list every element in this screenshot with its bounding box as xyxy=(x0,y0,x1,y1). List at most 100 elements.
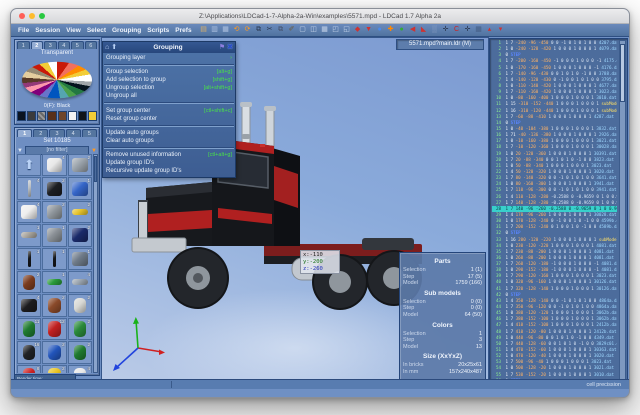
toolbar-icon[interactable]: ▼ xyxy=(364,25,374,35)
parts-scrollbar[interactable] xyxy=(93,154,98,373)
parts-bin-item[interactable]: 1 xyxy=(17,224,41,246)
menu-item[interactable]: Grouping xyxy=(109,27,144,34)
menu-item[interactable]: Scripts xyxy=(144,27,172,34)
parts-bin-item[interactable]: 1 xyxy=(17,248,41,270)
toolbar-icon[interactable]: ▾ xyxy=(496,25,506,35)
parts-bin-item[interactable]: 2 xyxy=(42,177,66,199)
toolbar-icon[interactable]: ▦ xyxy=(474,25,484,35)
color-swatch[interactable] xyxy=(88,111,97,121)
viewport-header[interactable]: 5571.mpd?main.ldr (M) xyxy=(396,39,484,50)
parts-bin-item[interactable]: 2 xyxy=(68,294,92,316)
parts-bin-item[interactable]: 1 xyxy=(42,271,66,293)
parts-bin-item[interactable]: 1 xyxy=(42,248,66,270)
grouping-menu-item[interactable]: Reset group center xyxy=(103,115,235,123)
parts-bin-item[interactable]: 1 xyxy=(68,248,92,270)
color-swatch[interactable] xyxy=(27,111,36,121)
grouping-menu-item[interactable] xyxy=(104,147,234,149)
parts-bin-item[interactable]: 2 xyxy=(68,341,92,363)
menu-item[interactable]: Session xyxy=(32,27,63,34)
parts-bin-item[interactable]: 1 xyxy=(42,224,66,246)
menu-item[interactable]: File xyxy=(15,27,32,34)
pin-icon[interactable]: ⚑ xyxy=(219,43,225,53)
color-swatch[interactable] xyxy=(78,111,87,121)
parts-bin-item[interactable]: 4 xyxy=(17,201,41,223)
grouping-menu-item[interactable]: Remove unused information [ctl+alt+g] xyxy=(103,151,235,159)
grouping-menu-item[interactable]: Ungroup all xyxy=(103,92,235,100)
parts-bin-item[interactable]: 4 xyxy=(17,177,41,199)
color-swatch[interactable] xyxy=(58,111,67,121)
parts-bin-item[interactable]: 2 xyxy=(68,201,92,223)
grouping-menu-item[interactable]: Ungroup selection [alt+shift+g] xyxy=(103,84,235,92)
parts-bin-item[interactable]: 2 xyxy=(42,365,66,373)
menu-item[interactable]: View xyxy=(63,27,84,34)
parts-bin-tab[interactable]: 3 xyxy=(49,129,64,137)
parts-bin-item[interactable]: 2 xyxy=(17,271,41,293)
source-scrollbar[interactable] xyxy=(619,40,626,385)
parts-bin-item[interactable]: 12 xyxy=(42,318,66,340)
parts-bin-item[interactable]: 4 xyxy=(68,271,92,293)
toolbar-icon[interactable]: ✛ xyxy=(463,25,473,35)
toolbar-icon[interactable]: ▒ xyxy=(430,25,440,35)
parts-bin-tab[interactable]: 4 xyxy=(66,129,81,137)
toolbar-icon[interactable]: ◱ xyxy=(342,25,352,35)
parts-bin-item[interactable]: 1 xyxy=(68,177,92,199)
toolbar-icon[interactable]: ● xyxy=(397,25,407,35)
close-icon[interactable]: ✖ xyxy=(227,43,233,53)
toolbar-icon[interactable]: ✐ xyxy=(287,25,297,35)
color-bin-tab[interactable]: 5 xyxy=(71,41,84,49)
color-swatch[interactable] xyxy=(37,111,46,121)
toolbar-icon[interactable]: ⧉ xyxy=(254,25,264,35)
menu-item[interactable]: Prefs xyxy=(172,27,194,34)
toolbar-icon[interactable]: ◀ xyxy=(408,25,418,35)
parts-bin-item[interactable]: 2 xyxy=(42,341,66,363)
color-bin-tab[interactable]: 2 xyxy=(31,41,44,49)
toolbar-icon[interactable]: ◣ xyxy=(419,25,429,35)
parts-bin-item[interactable]: 16 xyxy=(17,341,41,363)
color-swatch[interactable] xyxy=(47,111,56,121)
parts-bin-item[interactable]: 2 xyxy=(42,294,66,316)
grouping-menu-item[interactable] xyxy=(104,125,234,127)
toolbar-icon[interactable]: ▢ xyxy=(298,25,308,35)
toolbar-icon[interactable]: ▥ xyxy=(210,25,220,35)
toolbar-icon[interactable]: ◆ xyxy=(353,25,363,35)
parts-bin-item[interactable]: 11 xyxy=(17,318,41,340)
toolbar-icon[interactable]: C xyxy=(452,25,462,35)
toolbar-icon[interactable]: ◰ xyxy=(331,25,341,35)
parts-bin-tab[interactable]: 2 xyxy=(33,129,48,137)
color-swatch[interactable] xyxy=(17,111,26,121)
toolbar-icon[interactable]: ⧉ xyxy=(276,25,286,35)
color-bin-tab[interactable]: 4 xyxy=(58,41,71,49)
parts-bin-tab[interactable]: 1 xyxy=(17,129,32,137)
color-bin-tab[interactable]: 1 xyxy=(17,41,30,49)
home-icon[interactable]: ⌂ xyxy=(105,43,109,53)
toolbar-icon[interactable]: ▦ xyxy=(221,25,231,35)
viewport-3d[interactable]: 5571.mpd?main.ldr (M) ⌂ ⬆ Grouping ⚑ ✖ G… xyxy=(101,37,489,389)
color-swatch[interactable] xyxy=(68,111,77,121)
grouping-menu-item[interactable]: Grouping layer › xyxy=(103,54,235,62)
toolbar-icon[interactable]: ● xyxy=(375,25,385,35)
color-bin-tab[interactable]: 3 xyxy=(44,41,57,49)
grouping-popup-titlebar[interactable]: ⌂ ⬆ Grouping ⚑ ✖ xyxy=(103,42,235,53)
parts-bin-item[interactable]: 2 xyxy=(68,224,92,246)
parts-bin-tab[interactable]: 5 xyxy=(82,129,97,137)
grouping-menu-item[interactable]: Set group center [ctl+shift+c] xyxy=(103,106,235,114)
toolbar-icon[interactable]: ⟳ xyxy=(243,25,253,35)
color-wheel[interactable] xyxy=(22,62,92,98)
grouping-menu-item[interactable]: Update auto groups xyxy=(103,129,235,137)
parts-bin-item[interactable]: 2 xyxy=(68,318,92,340)
color-bin-tab[interactable]: 6 xyxy=(85,41,98,49)
grouping-menu-item[interactable]: Clear auto groups xyxy=(103,137,235,145)
grouping-menu-item[interactable]: Add selection to group [shift+g] xyxy=(103,76,235,84)
grouping-menu-item[interactable] xyxy=(104,64,234,66)
toolbar-icon[interactable]: ✛ xyxy=(441,25,451,35)
up-icon[interactable]: ⬆ xyxy=(111,43,117,53)
toolbar-icon[interactable]: ▤ xyxy=(199,25,209,35)
parts-bin-item[interactable]: 4 xyxy=(42,154,66,176)
toolbar-icon[interactable]: ⟲ xyxy=(232,25,242,35)
grouping-menu-item[interactable]: Group selection [alt+g] xyxy=(103,68,235,76)
toolbar-icon[interactable]: ▦ xyxy=(320,25,330,35)
toolbar-icon[interactable]: ✚ xyxy=(386,25,396,35)
toolbar-icon[interactable]: ◫ xyxy=(309,25,319,35)
parts-bin-item[interactable]: 4 xyxy=(68,365,92,373)
parts-bin-item[interactable]: 2 xyxy=(42,201,66,223)
